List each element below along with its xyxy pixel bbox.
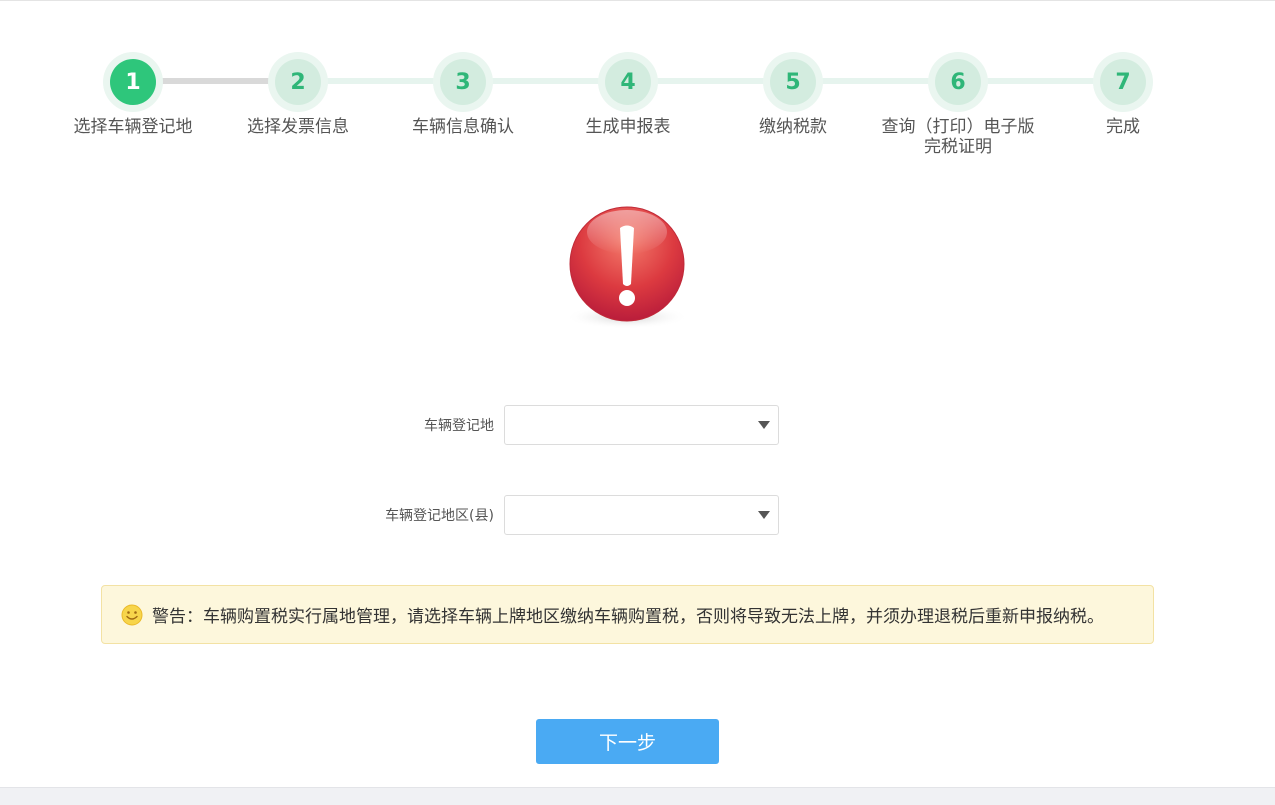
next-step-button[interactable]: 下一步 — [536, 719, 719, 764]
page: 1 选择车辆登记地 2 选择发票信息 3 车辆信息确认 4 生成申报表 5 缴纳… — [0, 0, 1275, 805]
county-label: 车辆登记地区(县) — [385, 508, 494, 524]
county-select[interactable] — [504, 495, 779, 535]
step-label: 缴纳税款 — [759, 117, 827, 137]
exclamation-alert-icon — [565, 206, 689, 329]
warning-notice: 警告：车辆购置税实行属地管理，请选择车辆上牌地区缴纳车辆购置税，否则将导致无法上… — [101, 585, 1154, 644]
step-label: 车辆信息确认 — [412, 117, 514, 137]
step-label: 选择车辆登记地 — [73, 117, 193, 137]
step-label: 选择发票信息 — [247, 117, 349, 137]
region-row: 车辆登记地 — [340, 405, 790, 445]
step-number: 4 — [605, 59, 651, 105]
footer-strip — [0, 787, 1275, 805]
step-6[interactable]: 6 查询（打印）电子版完税证明 — [878, 52, 1038, 157]
county-row: 车辆登记地区(县) — [340, 495, 790, 535]
progress-stepper: 1 选择车辆登记地 2 选择发票信息 3 车辆信息确认 4 生成申报表 5 缴纳… — [0, 1, 1275, 171]
step-label: 完成 — [1106, 117, 1140, 137]
step-3[interactable]: 3 车辆信息确认 — [383, 52, 543, 137]
step-number: 7 — [1100, 59, 1146, 105]
step-1[interactable]: 1 选择车辆登记地 — [53, 52, 213, 137]
caret-down-icon — [758, 421, 770, 429]
step-number: 1 — [110, 59, 156, 105]
smiley-icon — [121, 604, 143, 625]
step-5[interactable]: 5 缴纳税款 — [713, 52, 873, 137]
step-label: 查询（打印）电子版完税证明 — [881, 117, 1035, 157]
step-number: 6 — [935, 59, 981, 105]
step-2[interactable]: 2 选择发票信息 — [218, 52, 378, 137]
step-7[interactable]: 7 完成 — [1043, 52, 1203, 137]
step-number: 5 — [770, 59, 816, 105]
caret-down-icon — [758, 511, 770, 519]
step-4[interactable]: 4 生成申报表 — [548, 52, 708, 137]
region-select[interactable] — [504, 405, 779, 445]
region-label: 车辆登记地 — [424, 418, 494, 434]
step-label: 生成申报表 — [585, 117, 671, 137]
step-number: 3 — [440, 59, 486, 105]
warning-text: 警告：车辆购置税实行属地管理，请选择车辆上牌地区缴纳车辆购置税，否则将导致无法上… — [152, 607, 1104, 627]
step-number: 2 — [275, 59, 321, 105]
